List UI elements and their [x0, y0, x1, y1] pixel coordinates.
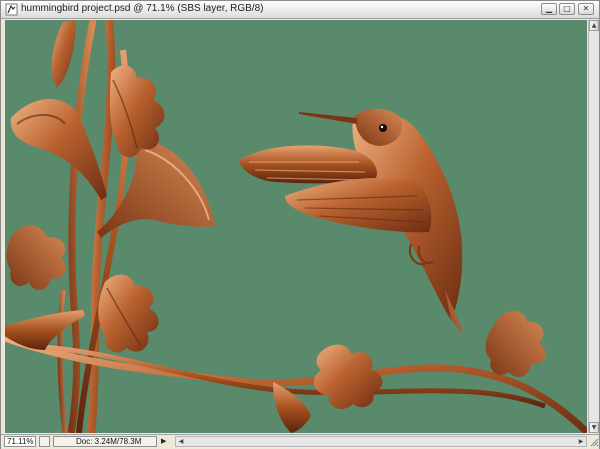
- resize-grip-icon[interactable]: [588, 436, 599, 448]
- minimize-button[interactable]: ▁: [541, 3, 557, 15]
- document-window: hummingbird project.psd @ 71.1% (SBS lay…: [0, 0, 600, 449]
- triangle-right-icon: ▶: [161, 437, 167, 445]
- scroll-up-icon: ▲: [591, 22, 597, 29]
- document-size-info: Doc: 3.24M/78.3M: [53, 436, 157, 447]
- minimize-icon: ▁: [545, 4, 553, 13]
- status-menu-button[interactable]: ▶: [161, 436, 171, 447]
- close-button[interactable]: ✕: [578, 3, 594, 15]
- title-bar[interactable]: hummingbird project.psd @ 71.1% (SBS lay…: [1, 1, 599, 19]
- status-bar: 71.11% Doc: 3.24M/78.3M ▶ ◀ ▶: [1, 434, 599, 449]
- image-canvas[interactable]: [5, 20, 587, 433]
- hummingbird-artwork: [5, 20, 587, 433]
- vertical-scrollbar[interactable]: ▲ ▼: [588, 20, 599, 433]
- window-title: hummingbird project.psd @ 71.1% (SBS lay…: [21, 3, 264, 14]
- scroll-down-button[interactable]: ▼: [589, 422, 599, 433]
- maximize-button[interactable]: □: [559, 3, 575, 15]
- horizontal-scrollbar[interactable]: ◀ ▶: [175, 436, 587, 447]
- scroll-right-icon[interactable]: ▶: [576, 437, 586, 446]
- photoshop-document-icon: [5, 3, 18, 16]
- scroll-down-icon: ▼: [591, 424, 597, 431]
- zoom-field[interactable]: 71.11%: [4, 436, 36, 447]
- status-info-icon[interactable]: [39, 436, 50, 447]
- close-icon: ✕: [582, 4, 590, 13]
- scroll-left-icon[interactable]: ◀: [176, 437, 186, 446]
- scroll-up-button[interactable]: ▲: [589, 20, 599, 31]
- maximize-icon: □: [563, 4, 571, 13]
